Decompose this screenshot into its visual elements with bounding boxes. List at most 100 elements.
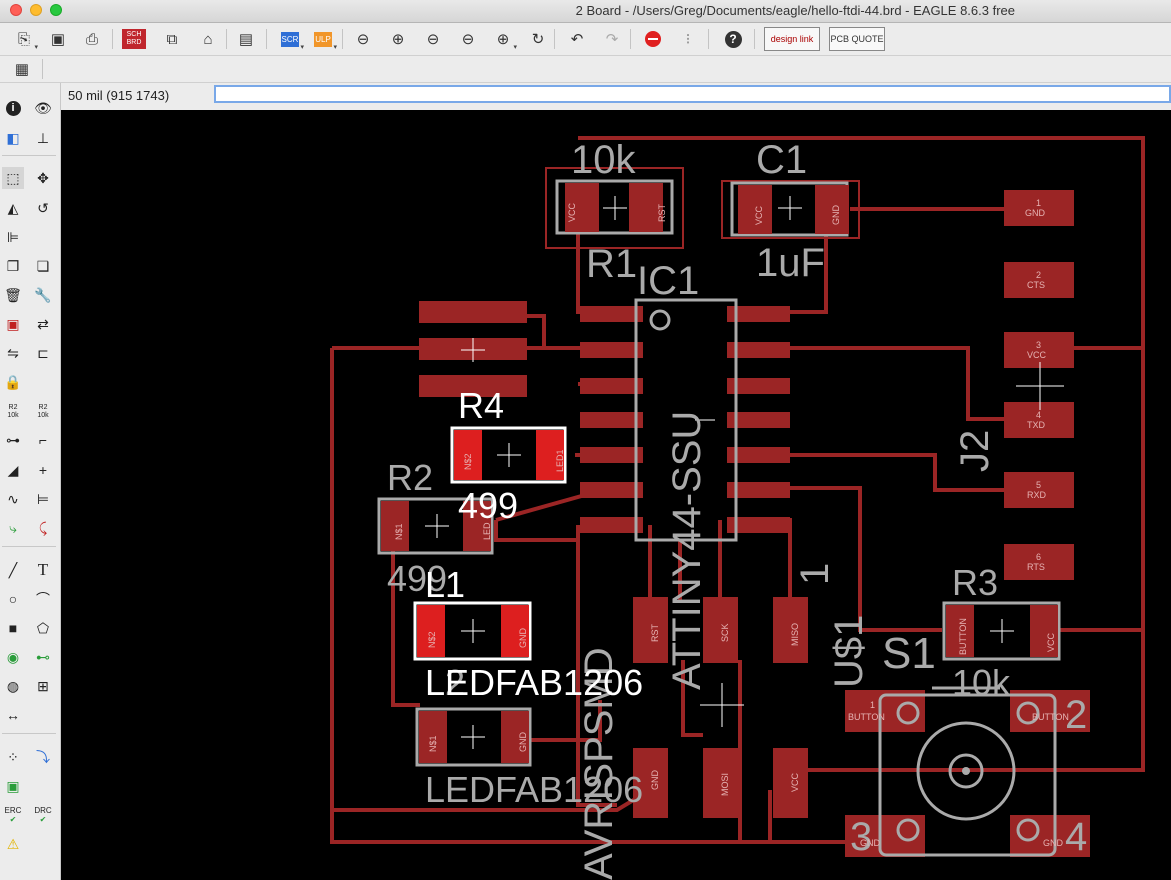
ic-value-label: ATTINY44-SSU [665, 411, 709, 690]
optimize-icon[interactable]: + [32, 459, 54, 481]
tool-sidebar: i 👁 ◧ ⊥ ⬚ ✥ ◭ ↺ ⊫ ❐ ❏ 🗑 🔧 ▣ ⇄ ⇋ ⊏ 🔒 R2 10… [0, 83, 61, 880]
j2-pad3-name: VCC [1027, 350, 1047, 360]
j2-pad4-num: 4 [1036, 410, 1041, 420]
add-part-icon[interactable]: ▣ [2, 313, 24, 335]
zoom-out-icon[interactable]: ⊖ [421, 27, 445, 51]
rotate-icon[interactable]: ↺ [32, 197, 54, 219]
help-icon[interactable]: ? [721, 27, 745, 51]
isp-pad3-name: SCK [720, 623, 730, 642]
zoom-to-fit-icon[interactable]: ⊖ [351, 27, 375, 51]
j2-pad1-num: 1 [1036, 198, 1041, 208]
c1-pad2-name: GND [831, 205, 841, 226]
arc-icon[interactable]: ⌒ [32, 588, 54, 610]
zoom-in-icon[interactable]: ⊕ [386, 27, 410, 51]
dimension-icon[interactable]: ⊨ [32, 488, 54, 510]
ulp-label: ULP [314, 31, 332, 47]
r4-pad1-name: N$2 [463, 453, 473, 470]
stop-icon[interactable] [641, 27, 665, 51]
hole-icon[interactable]: ◍ [2, 675, 24, 697]
zoom-select-icon[interactable]: ⊖ [456, 27, 480, 51]
copy-icon[interactable]: ❐ [2, 255, 24, 277]
name-icon[interactable]: R2 10k [2, 401, 24, 423]
drc-label: DRC [34, 806, 52, 815]
lock-icon[interactable]: 🔒 [2, 371, 24, 393]
route-icon[interactable]: ⤷ [2, 517, 24, 539]
replace-icon[interactable]: ⇄ [32, 313, 54, 335]
open-file-icon[interactable]: ⎘ ▾ [12, 27, 38, 52]
mark-icon[interactable]: ⊥ [32, 127, 54, 149]
l1-pad1-name: N$2 [427, 631, 437, 648]
redraw-icon[interactable]: ↻ [526, 27, 550, 51]
j2-pad1-name: GND [1025, 208, 1046, 218]
board-canvas[interactable]: 10k C1 R1 IC1 1uF R2 499 LEDFAB1206 L2 R… [61, 110, 1171, 880]
save-icon[interactable]: ▣ [46, 27, 70, 51]
drc-icon[interactable]: DRC ✔ [32, 804, 54, 826]
dimension-tool-icon[interactable]: ↔ [2, 704, 24, 726]
command-input[interactable] [214, 85, 1171, 103]
r4-value-label: 499 [458, 485, 518, 526]
rectangle-icon[interactable]: ■ [2, 617, 24, 639]
j2-label: J2 [953, 430, 997, 472]
meander-icon[interactable]: ∿ [2, 488, 24, 510]
run-script-icon[interactable]: SCR ▾ [278, 27, 304, 51]
isp-pad4-name: MOSI [720, 773, 730, 796]
wire-icon[interactable]: ╱ [2, 559, 24, 581]
cam-processor-icon[interactable]: ⧉ [160, 27, 184, 51]
r2-pad2-name: LED [482, 522, 492, 540]
warning-icon[interactable]: ⚠ [2, 833, 24, 855]
move-icon[interactable]: ✥ [32, 167, 54, 189]
s1-pad1-num: 1 [870, 700, 875, 710]
smash-icon[interactable]: ⊶ [2, 429, 24, 451]
text-icon[interactable]: T [32, 559, 54, 581]
grid-icon[interactable]: ▦ [10, 57, 34, 81]
scr-label: SCR [280, 31, 300, 47]
paste-icon[interactable]: ❏ [32, 255, 54, 277]
zoom-last-icon[interactable]: ⊕ ▾ [491, 27, 517, 51]
c1-value-label: 1uF [756, 241, 825, 285]
signal-icon[interactable]: ⊷ [32, 646, 54, 668]
design-link-button[interactable]: design link [764, 27, 820, 51]
pinswap-icon[interactable]: ⊏ [32, 342, 54, 364]
align-icon[interactable]: ⊫ [2, 226, 24, 248]
ratsnest-icon[interactable]: ⁘ [2, 746, 24, 768]
value-icon[interactable]: R2 10k [32, 401, 54, 423]
go-icon[interactable]: ⁝ [676, 27, 700, 51]
attribute-icon[interactable]: ⊞ [32, 675, 54, 697]
delete-icon[interactable]: 🗑 [2, 284, 24, 306]
miter-icon[interactable]: ⌐ [32, 429, 54, 451]
board-outline-icon[interactable]: ▣ [2, 775, 24, 797]
via-icon[interactable]: ◉ [2, 646, 24, 668]
isp-pin1-label: 1 [793, 563, 837, 585]
show-icon[interactable]: 👁 [32, 97, 54, 119]
split-icon[interactable]: ◢ [2, 459, 24, 481]
redo-icon[interactable]: ↷ [600, 27, 624, 51]
change-icon[interactable]: 🔧 [32, 284, 54, 306]
erc-icon[interactable]: ERC ✔ [2, 804, 24, 826]
pcb-quote-label: PCB QUOTE [830, 34, 884, 44]
erc-label: ERC [4, 806, 22, 815]
circle-icon[interactable]: ○ [2, 588, 24, 610]
value-tool-label: R2 [38, 404, 48, 411]
schematic-board-switch-icon[interactable]: SCH BRD [122, 27, 146, 51]
display-layers-icon[interactable]: ◧ [2, 127, 24, 149]
print-icon[interactable]: ⎙ [80, 27, 104, 51]
manufacturing-icon[interactable]: ⌂ [196, 27, 220, 51]
j2-pad3-num: 3 [1036, 340, 1041, 350]
ic1-pin1-marker [649, 309, 671, 331]
autorouter-icon[interactable]: ⤵ [32, 746, 54, 768]
r4-name-label: R4 [458, 385, 504, 426]
undo-icon[interactable]: ↶ [565, 27, 589, 51]
us1-label: U$1 [827, 615, 871, 688]
ripup-icon[interactable]: ⤹ [32, 517, 54, 539]
info-icon[interactable]: i [2, 97, 24, 119]
mirror-icon[interactable]: ◭ [2, 197, 24, 219]
j2-pad6-num: 6 [1036, 552, 1041, 562]
title-bar: 2 Board - /Users/Greg/Documents/eagle/he… [0, 0, 1171, 23]
run-ulp-icon[interactable]: ULP ▾ [311, 27, 337, 51]
library-icon[interactable]: ▤ [234, 27, 258, 51]
pcb-quote-button[interactable]: PCB QUOTE [829, 27, 885, 51]
select-icon[interactable]: ⬚ [2, 167, 24, 189]
swap-icon[interactable]: ⇋ [2, 342, 24, 364]
polygon-icon[interactable]: ⬠ [32, 617, 54, 639]
design-link-label: design link [770, 34, 814, 44]
